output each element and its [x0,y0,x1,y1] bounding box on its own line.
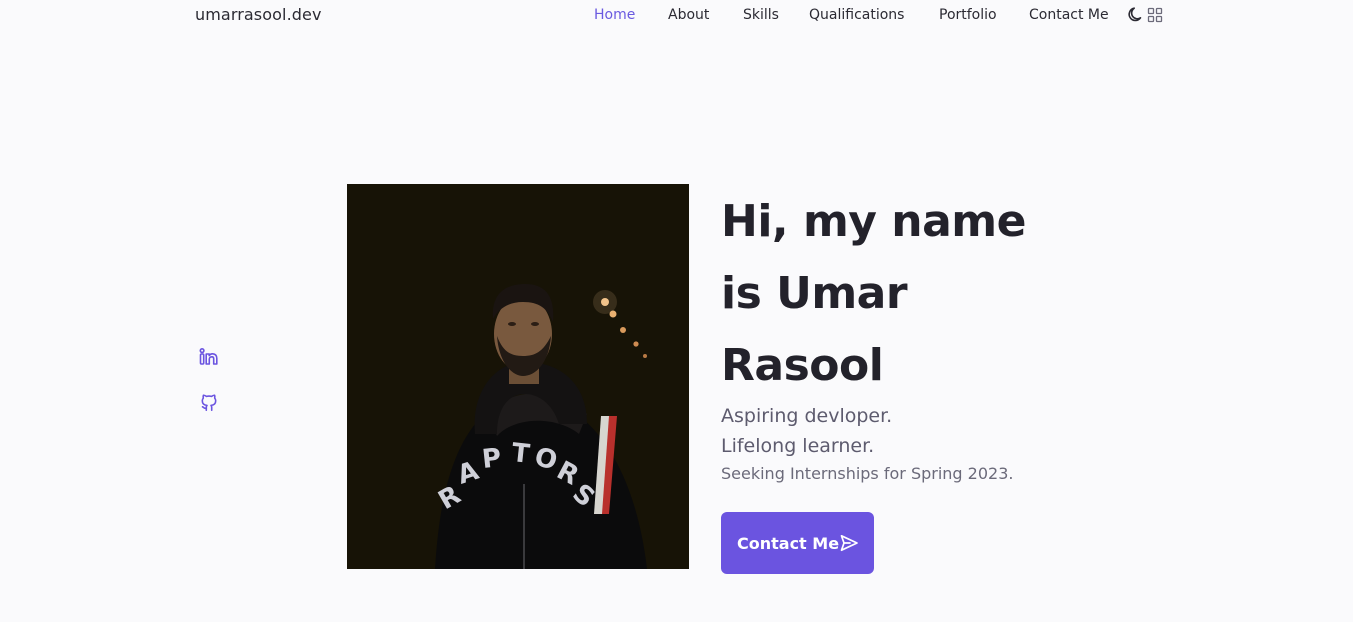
hero-description: Seeking Internships for Spring 2023. [721,464,1014,483]
nav-skills[interactable]: Skills [743,7,779,23]
nav-home[interactable]: Home [594,7,635,23]
hero-title-line: is Umar [721,268,908,319]
svg-text:P: P [481,443,503,475]
moon-icon[interactable] [1126,5,1146,25]
linkedin-icon[interactable] [199,347,219,367]
svg-text:T: T [510,438,531,470]
hero-subtitle: Aspiring devloper. [721,405,893,427]
nav-portfolio[interactable]: Portfolio [939,7,997,23]
grid-menu-icon[interactable] [1147,7,1163,23]
page: umarrasool.dev Home About Skills Qualifi… [0,0,1353,622]
contact-me-label: Contact Me [737,533,840,553]
nav-contact[interactable]: Contact Me [1029,7,1109,23]
github-icon[interactable] [199,392,219,412]
hero-title-line: Rasool [721,340,884,391]
profile-photo: R A P T O R S [347,184,689,569]
contact-me-button[interactable]: Contact Me [721,512,874,574]
hero-subtitle: Lifelong learner. [721,435,875,457]
send-icon [839,533,859,553]
site-header: umarrasool.dev Home About Skills Qualifi… [0,0,1353,32]
nav-qualifications[interactable]: Qualifications [809,7,904,23]
hero-title: Hi, my name is Umar Rasool [721,186,1061,402]
nav-about[interactable]: About [668,7,709,23]
hero-title-line: Hi, my name [721,196,1027,247]
